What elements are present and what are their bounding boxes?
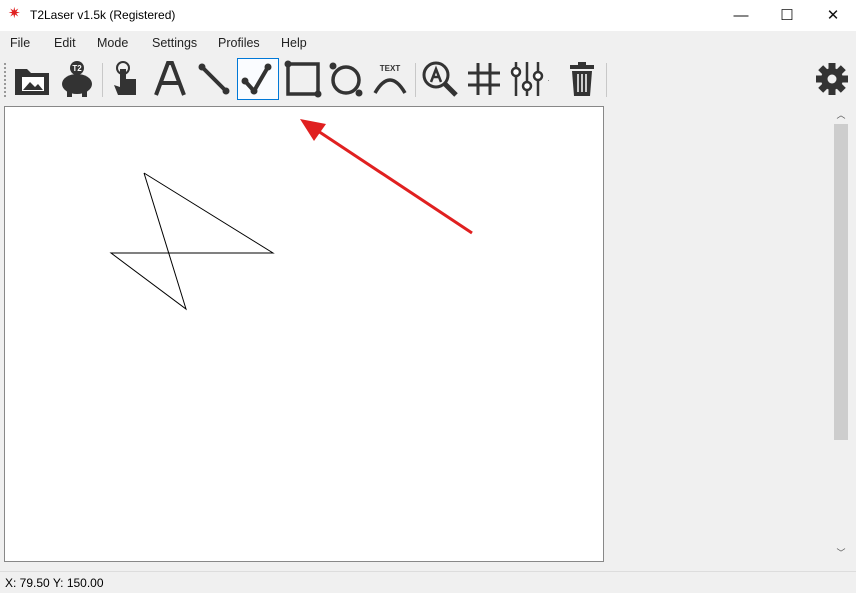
toolbar-grip[interactable]: [4, 63, 6, 97]
toolbar-separator: [102, 63, 103, 97]
polyline-shape[interactable]: [109, 172, 275, 311]
arc-text-label: TEXT: [380, 64, 401, 73]
scroll-down-arrow[interactable]: ﹀: [833, 546, 849, 559]
title-bar: ✷ T2Laser v1.5k (Registered) — ☐ ✕: [0, 0, 856, 31]
circle-tool-button[interactable]: [325, 58, 367, 100]
minimize-button[interactable]: —: [718, 0, 764, 31]
line-icon: [198, 63, 230, 95]
drawing-canvas[interactable]: [4, 106, 604, 562]
settings-button[interactable]: [811, 58, 853, 100]
folder-image-icon: [15, 69, 49, 95]
piggy-label: T2: [72, 64, 82, 73]
trash-icon: [570, 62, 594, 96]
magnifier-a-icon: [422, 61, 458, 97]
menu-edit[interactable]: Edit: [54, 36, 76, 50]
line-tool-button[interactable]: [193, 58, 235, 100]
letter-a-icon: [154, 61, 186, 96]
status-bar: X: 79.50 Y: 150.00: [0, 571, 856, 593]
menu-mode[interactable]: Mode: [97, 36, 128, 50]
menu-bar: File Edit Mode Settings Profiles Help: [0, 31, 856, 55]
text-tool-button[interactable]: [149, 58, 191, 100]
menu-file[interactable]: File: [10, 36, 30, 50]
arc-text-icon: TEXT: [373, 64, 407, 94]
grid-button[interactable]: [463, 58, 505, 100]
scrollbar-thumb[interactable]: [834, 124, 848, 440]
coordinates-readout: X: 79.50 Y: 150.00: [5, 576, 104, 590]
toolbar-separator: [415, 63, 416, 97]
menu-profiles[interactable]: Profiles: [218, 36, 260, 50]
sliders-icon: [510, 62, 549, 96]
menu-help[interactable]: Help: [281, 36, 307, 50]
window-title: T2Laser v1.5k (Registered): [30, 8, 176, 22]
menu-settings[interactable]: Settings: [152, 36, 197, 50]
piggy-bank-icon: T2: [62, 61, 92, 97]
zoom-button[interactable]: [419, 58, 461, 100]
vertical-scrollbar[interactable]: ︿ ﹀: [833, 106, 849, 562]
grid-icon: [468, 63, 500, 95]
adjust-button[interactable]: [508, 58, 550, 100]
select-button[interactable]: [105, 58, 147, 100]
drawing-surface[interactable]: [5, 107, 603, 561]
polyline-icon: [241, 63, 272, 95]
polyline-tool-button[interactable]: [237, 58, 279, 100]
rectangle-icon: [284, 60, 322, 98]
gear-icon: [816, 63, 848, 95]
toolbar: T2 TEXT: [0, 55, 856, 103]
scroll-up-arrow[interactable]: ︿: [833, 108, 849, 121]
arc-text-tool-button[interactable]: TEXT: [369, 58, 411, 100]
open-image-button[interactable]: [11, 58, 53, 100]
piggy-button[interactable]: T2: [56, 58, 98, 100]
hand-pointer-icon: [114, 61, 136, 95]
maximize-button[interactable]: ☐: [764, 0, 810, 31]
circle-icon: [329, 62, 363, 97]
toolbar-separator: [606, 63, 607, 97]
app-laser-icon: ✷: [8, 5, 21, 22]
close-button[interactable]: ✕: [810, 0, 856, 31]
rectangle-tool-button[interactable]: [282, 58, 324, 100]
delete-button[interactable]: [561, 58, 603, 100]
